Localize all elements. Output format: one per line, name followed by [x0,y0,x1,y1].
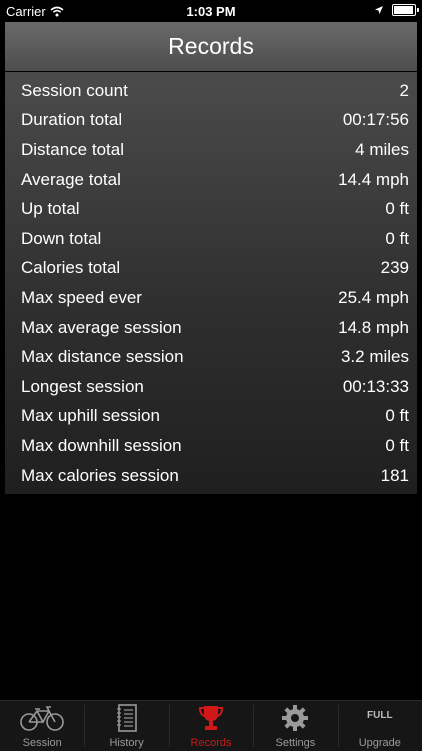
full-icon: FULL [367,709,393,721]
record-label: Calories total [21,258,121,278]
page-title: Records [168,33,254,59]
record-value: 0 ft [385,435,409,455]
record-row-max-calories-session: Max calories session 181 [5,461,417,491]
record-label: Max downhill session [21,435,182,455]
record-value: 00:13:33 [342,376,409,396]
record-label: Session count [21,80,128,100]
record-row-duration-total: Duration total 00:17:56 [5,106,417,136]
record-row-average-total: Average total 14.4 mph [5,165,417,195]
record-label: Up total [21,199,80,219]
records-list: Session count 2 Duration total 00:17:56 … [5,72,417,494]
record-row-up-total: Up total 0 ft [5,194,417,224]
record-value: 00:17:56 [342,110,409,130]
tab-label: History [109,737,144,749]
record-label: Max speed ever [21,287,142,307]
tab-label: Session [22,737,62,749]
record-row-max-uphill-session: Max uphill session 0 ft [5,402,417,432]
nav-header: Records [5,22,417,71]
record-value: 4 miles [355,139,409,159]
record-label: Max uphill session [21,406,160,426]
record-row-max-distance-session: Max distance session 3.2 miles [5,342,417,372]
record-row-max-speed-ever: Max speed ever 25.4 mph [5,283,417,313]
status-time: 1:03 PM [186,4,236,19]
record-row-longest-session: Longest session 00:13:33 [5,372,417,402]
status-right-group [374,4,419,16]
record-row-max-downhill-session: Max downhill session 0 ft [5,431,417,461]
tab-label: Upgrade [358,737,401,749]
record-label: Max calories session [21,465,179,485]
record-value: 0 ft [385,406,409,426]
status-bar: Carrier 1:03 PM [0,0,422,22]
record-row-max-average-session: Max average session 14.8 mph [5,313,417,343]
record-row-down-total: Down total 0 ft [5,224,417,254]
record-label: Max distance session [21,347,184,367]
record-value: 0 ft [385,199,409,219]
notebook-icon [116,704,137,732]
record-label: Distance total [21,139,124,159]
record-label: Average total [21,169,121,189]
tab-label: Settings [275,737,316,749]
record-value: 181 [380,465,409,485]
gear-icon [282,705,309,731]
record-value: 0 ft [385,228,409,248]
record-value: 2 [399,80,409,100]
record-label: Max average session [21,317,182,337]
bicycle-icon [20,706,65,731]
battery-icon [392,4,419,16]
record-value: 14.8 mph [338,317,409,337]
record-row-calories-total: Calories total 239 [5,254,417,284]
record-label: Longest session [21,376,144,396]
record-row-session-count: Session count 2 [5,76,417,106]
tab-records[interactable]: Records [168,701,253,751]
tab-session[interactable]: Session [0,701,84,751]
record-value: 25.4 mph [338,287,409,307]
record-label: Down total [21,228,102,248]
record-value: 3.2 miles [340,347,409,367]
record-label: Duration total [21,110,123,130]
tab-settings[interactable]: Settings [253,701,337,751]
tab-upgrade[interactable]: FULL Upgrade [337,701,422,751]
trophy-icon [199,706,224,730]
tab-label: Records [190,737,232,749]
record-row-distance-total: Distance total 4 miles [5,135,417,165]
location-arrow-icon [375,6,383,14]
record-value: 14.4 mph [338,169,409,189]
tab-bar: Session History Records Settings FULL Up… [0,700,422,751]
record-value: 239 [380,258,409,278]
tab-history[interactable]: History [84,701,168,751]
